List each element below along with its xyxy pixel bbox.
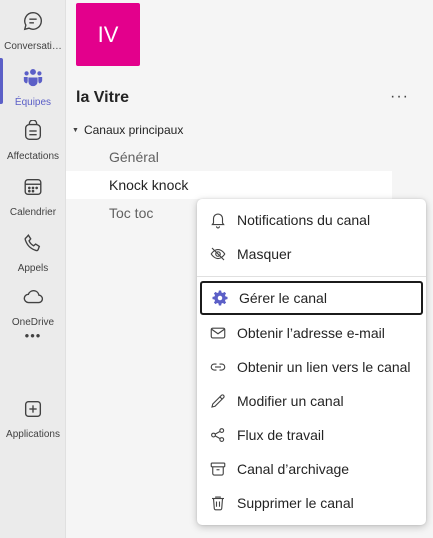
section-header-main-channels[interactable]: ▼ Canaux principaux	[72, 123, 183, 137]
menu-item-channel-notifications[interactable]: Notifications du canal	[200, 203, 423, 237]
team-more-options-button[interactable]: ···	[390, 88, 409, 106]
phone-icon	[22, 226, 44, 259]
menu-divider	[197, 276, 426, 277]
menu-item-label: Gérer le canal	[239, 290, 327, 306]
menu-item-label: Flux de travail	[237, 427, 325, 443]
gear-icon	[210, 288, 230, 308]
assignments-icon	[22, 114, 44, 147]
menu-item-label: Masquer	[237, 246, 292, 262]
menu-item-label: Canal d’archivage	[237, 461, 350, 477]
rail-item-calls[interactable]: Appels	[0, 226, 66, 278]
menu-item-edit-channel[interactable]: Modifier un canal	[200, 384, 423, 418]
rail-item-assignments[interactable]: Affectations	[0, 114, 66, 166]
pencil-icon	[208, 391, 228, 411]
rail-item-teams[interactable]: Équipes	[0, 60, 66, 112]
trash-icon	[208, 493, 228, 513]
rail-item-conversations[interactable]: Conversati…	[0, 4, 66, 56]
menu-item-label: Notifications du canal	[237, 212, 371, 228]
section-label: Canaux principaux	[83, 123, 184, 137]
rail-label: Conversati…	[4, 41, 62, 52]
rail-item-applications[interactable]: Applications	[0, 392, 66, 444]
rail-item-more-apps[interactable]: •••	[0, 320, 66, 372]
calendar-icon	[22, 170, 44, 203]
menu-item-label: Obtenir un lien vers le canal	[237, 359, 411, 375]
team-avatar[interactable]: IV	[76, 3, 140, 66]
menu-item-hide[interactable]: Masquer	[200, 237, 423, 271]
teams-icon	[22, 60, 44, 93]
workflow-icon	[208, 425, 228, 445]
menu-item-archive-channel[interactable]: Canal d’archivage	[200, 452, 423, 486]
eye-off-icon	[208, 244, 228, 264]
rail-label: Appels	[17, 263, 49, 274]
more-apps-icon: •••	[24, 328, 42, 343]
team-name[interactable]: la Vitre	[76, 89, 129, 107]
link-icon	[208, 357, 228, 377]
add-app-icon	[22, 392, 44, 425]
rail-label: Calendrier	[9, 207, 57, 218]
app-rail: Conversati… Équipes Affectations Calendr…	[0, 0, 66, 538]
mail-icon	[208, 323, 228, 343]
archive-icon	[208, 459, 228, 479]
menu-item-label: Obtenir l’adresse e-mail	[237, 325, 385, 341]
menu-item-get-email-address[interactable]: Obtenir l’adresse e-mail	[200, 316, 423, 350]
channel-item-general[interactable]: Général	[66, 143, 392, 171]
menu-item-label: Supprimer le canal	[237, 495, 354, 511]
chat-icon	[22, 4, 44, 37]
bell-icon	[208, 210, 228, 230]
channel-item-knock-knock[interactable]: Knock knock	[66, 171, 392, 199]
rail-label: Affectations	[6, 151, 60, 162]
caret-down-icon: ▼	[72, 126, 79, 134]
rail-item-calendar[interactable]: Calendrier	[0, 170, 66, 222]
menu-item-workflows[interactable]: Flux de travail	[200, 418, 423, 452]
menu-item-manage-channel[interactable]: Gérer le canal	[200, 281, 423, 315]
rail-label: Applications	[6, 429, 60, 440]
menu-item-delete-channel[interactable]: Supprimer le canal	[200, 486, 423, 520]
cloud-icon	[22, 280, 44, 313]
menu-item-get-channel-link[interactable]: Obtenir un lien vers le canal	[200, 350, 423, 384]
channel-context-menu: Notifications du canal Masquer Gérer le …	[197, 199, 426, 525]
menu-item-label: Modifier un canal	[237, 393, 344, 409]
rail-label: Équipes	[14, 97, 52, 108]
